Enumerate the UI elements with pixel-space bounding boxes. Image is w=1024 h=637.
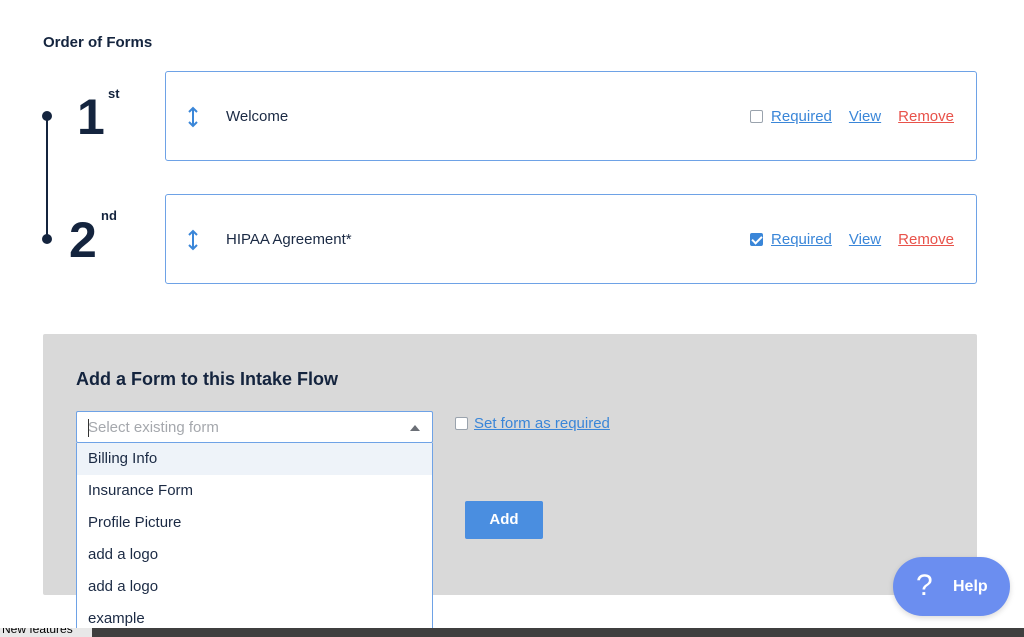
add-button[interactable]: Add <box>465 501 543 539</box>
required-checkbox[interactable] <box>750 110 764 123</box>
form-actions: Required View Remove <box>750 108 954 125</box>
dropdown-option[interactable]: Billing Info <box>77 443 432 475</box>
drag-handle-icon[interactable] <box>186 106 200 128</box>
order-position-1: 1 st <box>77 86 120 145</box>
set-required-link[interactable]: Set form as required <box>474 415 610 432</box>
required-link[interactable]: Required <box>771 231 832 248</box>
required-checkbox[interactable] <box>750 233 764 246</box>
dropdown-option[interactable]: Insurance Form <box>77 475 432 507</box>
order-suffix: st <box>108 86 120 101</box>
bottom-bar <box>0 628 1024 637</box>
form-card-welcome: Welcome Required View Remove <box>165 71 977 161</box>
order-position-2: 2 nd <box>69 208 117 268</box>
required-link[interactable]: Required <box>771 108 832 125</box>
order-number: 2 <box>69 212 97 268</box>
chevron-up-icon[interactable] <box>410 425 420 431</box>
form-select-dropdown: Billing Info Insurance Form Profile Pict… <box>76 443 433 637</box>
form-actions: Required View Remove <box>750 231 954 248</box>
form-select[interactable]: Select existing form <box>76 411 433 443</box>
remove-link[interactable]: Remove <box>898 108 954 125</box>
set-required-checkbox[interactable] <box>455 417 468 430</box>
drag-handle-icon[interactable] <box>186 229 200 251</box>
section-title: Order of Forms <box>43 34 153 51</box>
select-placeholder: Select existing form <box>88 419 219 436</box>
question-mark-icon: ? <box>916 569 933 602</box>
add-form-title: Add a Form to this Intake Flow <box>76 369 339 389</box>
view-link[interactable]: View <box>849 231 881 248</box>
set-required-option: Set form as required <box>455 415 610 432</box>
view-link[interactable]: View <box>849 108 881 125</box>
remove-link[interactable]: Remove <box>898 231 954 248</box>
form-card-hipaa: HIPAA Agreement* Required View Remove <box>165 194 977 284</box>
order-number: 1 <box>77 89 105 145</box>
new-features-tab[interactable]: New features <box>0 628 92 637</box>
timeline-dot <box>42 111 52 121</box>
dropdown-option[interactable]: Profile Picture <box>77 507 432 539</box>
help-button[interactable]: ? Help <box>893 557 1010 616</box>
form-name: HIPAA Agreement* <box>226 231 352 248</box>
timeline-dot <box>42 234 52 244</box>
dropdown-option[interactable]: add a logo <box>77 571 432 603</box>
help-label: Help <box>953 578 988 595</box>
new-features-label: New features <box>2 628 73 636</box>
text-caret <box>88 419 89 437</box>
order-timeline-line <box>46 116 48 240</box>
form-name: Welcome <box>226 108 289 125</box>
order-suffix: nd <box>101 208 117 223</box>
dropdown-option[interactable]: add a logo <box>77 539 432 571</box>
